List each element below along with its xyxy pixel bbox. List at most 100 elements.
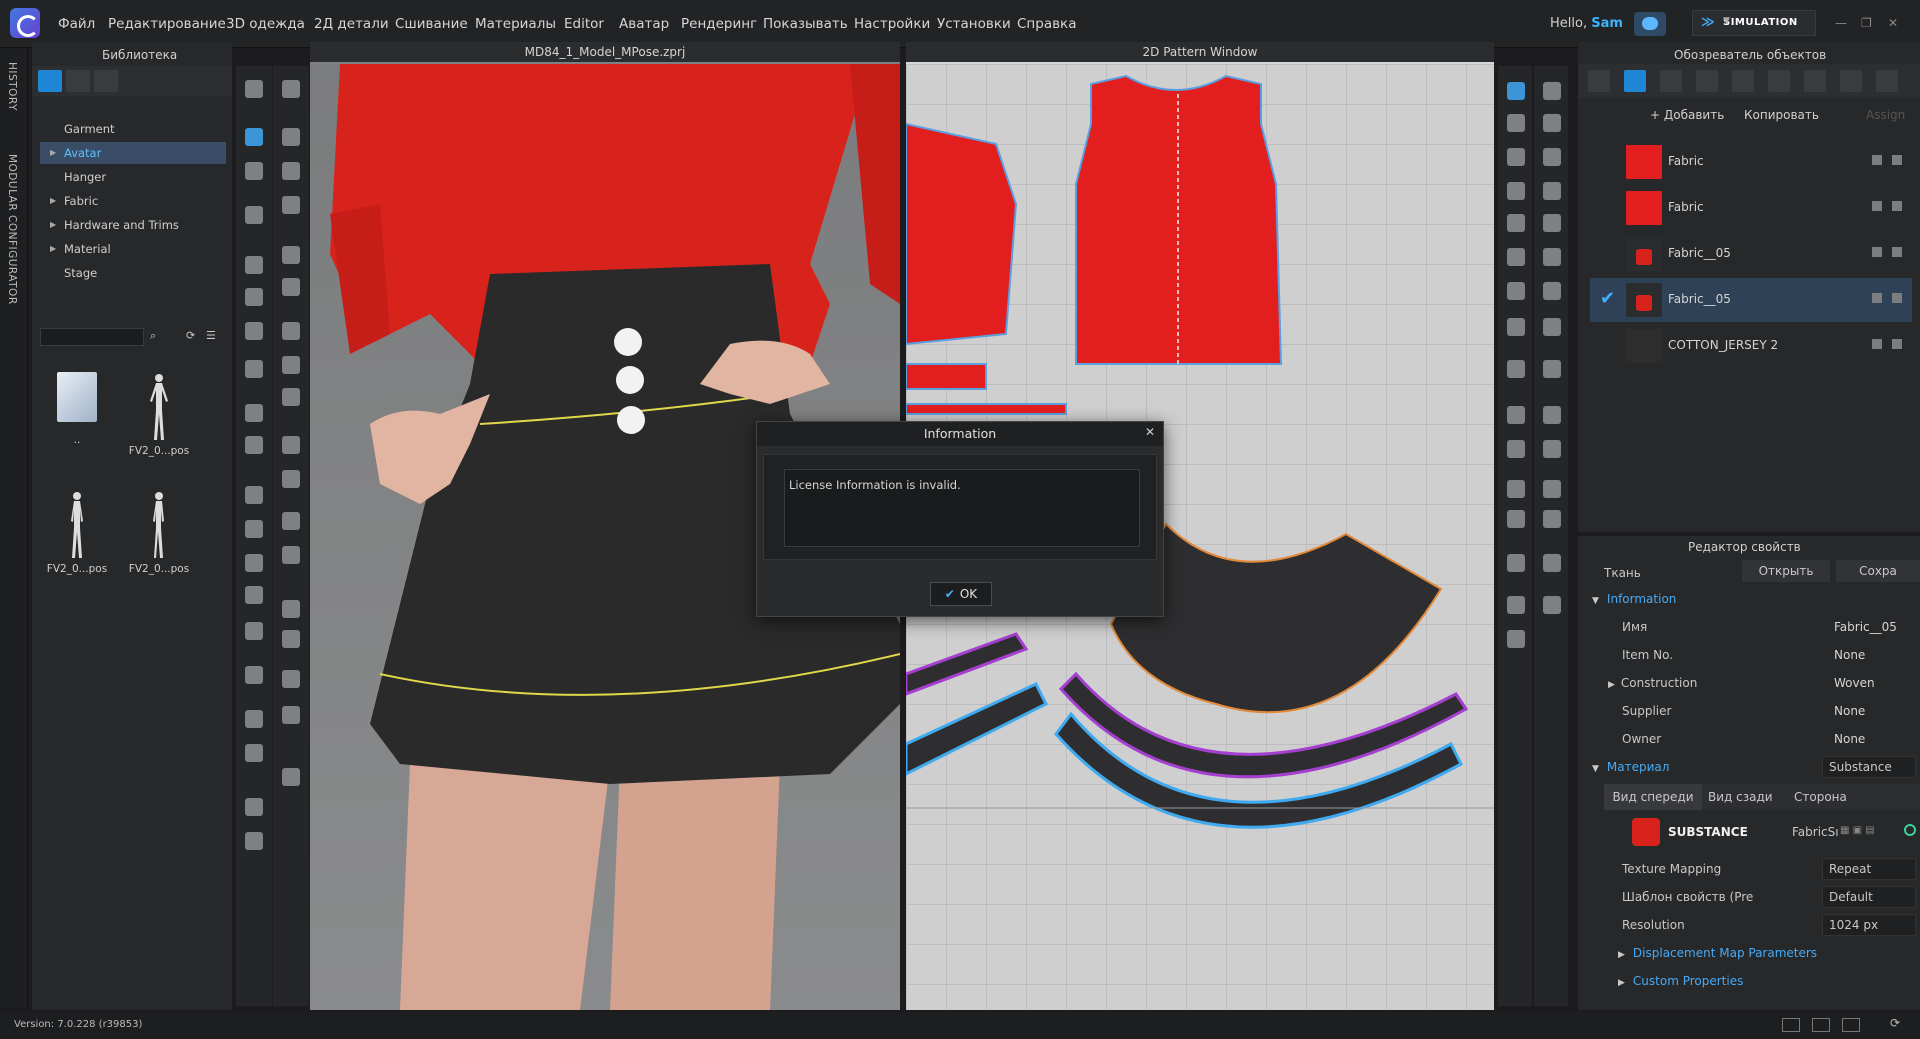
pen-tool-icon[interactable] (241, 158, 267, 184)
2d-curve-icon[interactable] (1539, 144, 1565, 170)
measure-obj-icon[interactable] (1876, 70, 1898, 92)
tree-item-stage[interactable]: Stage (40, 262, 226, 284)
button-obj-icon[interactable] (1696, 70, 1718, 92)
substance-actions-icon[interactable]: ▦ ▣ ▤ (1840, 825, 1875, 836)
folder-thumb[interactable]: .. (42, 372, 112, 446)
material-section[interactable]: ▼ Материал (1592, 760, 1669, 774)
displacement-section[interactable]: ▶ Displacement Map Parameters (1618, 946, 1817, 960)
measure-tool-icon[interactable] (241, 356, 267, 382)
trim-obj-icon[interactable] (1840, 70, 1862, 92)
2d-free-sew-icon[interactable] (1539, 278, 1565, 304)
tree-item-hanger[interactable]: Hanger (40, 166, 226, 188)
puckering-obj-icon[interactable] (1768, 70, 1790, 92)
2d-polygon-icon[interactable] (1503, 178, 1529, 204)
texture-mapping-select[interactable]: Repeat (1822, 858, 1916, 880)
2d-flip-icon[interactable] (1539, 210, 1565, 236)
sync-icon[interactable] (1904, 824, 1916, 836)
fabric-row-actions[interactable] (1862, 338, 1902, 352)
steam-tool-icon[interactable] (278, 274, 304, 300)
add-button[interactable]: + Добавить (1650, 108, 1724, 122)
pattern-fill-icon[interactable] (278, 352, 304, 378)
resolution-input[interactable]: 1024 px (1822, 914, 1916, 936)
2d-fabric-icon[interactable] (1503, 592, 1529, 618)
2d-camera-icon[interactable] (1539, 550, 1565, 576)
fabric-row[interactable]: COTTON_JERSEY 2 (1590, 324, 1912, 368)
fabric-row[interactable]: Fabric__05 (1590, 232, 1912, 276)
ruler-tool-icon[interactable] (241, 740, 267, 766)
tree-item-avatar[interactable]: ▶ Avatar (40, 142, 226, 164)
expand-arrow-icon[interactable]: ▶ (1608, 680, 1615, 690)
menu-settings[interactable]: Настройки (854, 16, 930, 32)
2d-dart-icon[interactable] (1503, 278, 1529, 304)
assign-button[interactable]: Assign (1866, 108, 1905, 122)
menu-materials[interactable]: Материалы (475, 16, 556, 32)
fabric-row-actions[interactable] (1862, 246, 1902, 260)
fabric-row-selected[interactable]: ✔ Fabric__05 (1590, 278, 1912, 322)
stress-map-icon[interactable] (278, 626, 304, 652)
2d-text-style-icon[interactable] (1503, 506, 1529, 532)
fabric-row[interactable]: Fabric (1590, 186, 1912, 230)
2d-tack-icon[interactable] (1539, 314, 1565, 340)
hanger-tool-icon[interactable] (241, 582, 267, 608)
arrange-icon[interactable] (278, 124, 304, 150)
stitch-icon[interactable] (278, 466, 304, 492)
tree-item-fabric[interactable]: ▶ Fabric (40, 190, 226, 212)
list-view-icon[interactable]: ☰ (206, 329, 216, 342)
menu-render[interactable]: Рендеринг (681, 16, 757, 32)
avatar-tool-icon[interactable] (241, 662, 267, 688)
2d-bottom-icon[interactable] (1503, 626, 1529, 652)
shirt-tool-icon[interactable] (241, 794, 267, 820)
menu-help[interactable]: Справка (1017, 16, 1076, 32)
substance-file[interactable]: FabricSı (1792, 825, 1839, 839)
pose-tool-icon[interactable] (241, 618, 267, 644)
2d-wave-icon[interactable] (1539, 476, 1565, 502)
dialog-close-icon[interactable]: ✕ (1145, 425, 1155, 439)
topstitch-icon[interactable] (278, 508, 304, 534)
brush-tool-icon[interactable] (241, 432, 267, 458)
tree-item-garment[interactable]: Garment (40, 118, 226, 140)
zipper-tool-icon[interactable] (241, 516, 267, 542)
custom-properties-section[interactable]: ▶ Custom Properties (1618, 974, 1743, 988)
menu-avatar[interactable]: Аватар (619, 16, 669, 32)
menu-editor[interactable]: Editor (564, 16, 604, 32)
menu-3d-garment[interactable]: 3D одежда (226, 16, 305, 32)
prop-value-item-no[interactable]: None (1834, 648, 1865, 662)
2d-grid-icon[interactable] (1503, 550, 1529, 576)
close-window-icon[interactable]: ✕ (1888, 16, 1898, 30)
maximize-icon[interactable]: ❐ (1861, 16, 1872, 30)
button-tool-icon[interactable] (241, 482, 267, 508)
tab-side[interactable]: Сторона (1794, 790, 1847, 804)
layout-icon[interactable] (1782, 1018, 1800, 1032)
prop-value-construction[interactable]: Woven (1834, 676, 1875, 690)
fabric-row[interactable]: Fabric (1590, 140, 1912, 184)
menu-display[interactable]: Показывать (763, 16, 848, 32)
menu-preferences[interactable]: Установки (937, 16, 1011, 32)
2d-select-icon[interactable] (1503, 78, 1529, 104)
2d-edit-sew-icon[interactable] (1539, 356, 1565, 382)
open-button[interactable]: Открыть (1742, 560, 1830, 582)
gizmo-icon[interactable] (278, 764, 304, 790)
tack-tool-icon[interactable] (241, 284, 267, 310)
transform-tool-icon[interactable] (241, 124, 267, 150)
tree-item-material[interactable]: ▶ Material (40, 238, 226, 260)
2d-pose-icon[interactable] (1539, 78, 1565, 104)
garment-tool-icon[interactable] (241, 202, 267, 228)
2d-button-icon[interactable] (1539, 592, 1565, 618)
select-tool-icon[interactable] (241, 76, 267, 102)
line-tool-icon[interactable] (241, 400, 267, 426)
pin-tool-icon[interactable] (241, 318, 267, 344)
tab-history[interactable]: HISTORY (6, 62, 18, 111)
tape-tool-icon[interactable] (241, 706, 267, 732)
cloud-library-icon[interactable] (66, 70, 90, 92)
save-button[interactable]: Сохра (1836, 560, 1920, 582)
ok-button[interactable]: ✔ OK (930, 582, 992, 606)
2d-dash-icon[interactable] (1539, 436, 1565, 462)
favorites-star-icon[interactable] (38, 70, 62, 92)
texture-tool-icon[interactable] (278, 384, 304, 410)
2d-text-icon[interactable] (1503, 476, 1529, 502)
minimize-icon[interactable]: — (1835, 16, 1847, 30)
2d-symmetry-icon[interactable] (1539, 110, 1565, 136)
information-section[interactable]: ▼ Information (1592, 592, 1676, 606)
material-select[interactable]: Substance (1822, 756, 1916, 778)
prop-label-construction[interactable]: ▶ Construction (1608, 676, 1697, 690)
